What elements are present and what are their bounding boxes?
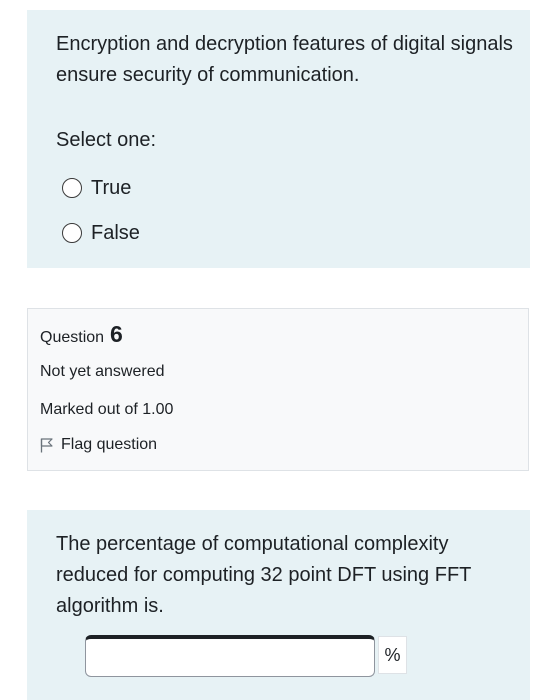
- question-6-info: Question 6 Not yet answered Marked out o…: [27, 308, 529, 471]
- question-label: Question: [40, 329, 105, 346]
- question-6-content: The percentage of computational complexi…: [27, 510, 530, 700]
- option-true[interactable]: True: [62, 175, 131, 201]
- option-false[interactable]: False: [62, 220, 140, 246]
- question-status: Not yet answered: [40, 363, 165, 380]
- radio-true[interactable]: [62, 178, 82, 198]
- question-5-content: Encryption and decryption features of di…: [27, 10, 530, 268]
- unit-label: %: [378, 636, 407, 674]
- flag-question-label[interactable]: Flag question: [61, 436, 157, 454]
- question-number: Question 6: [40, 321, 123, 348]
- question-6-text: The percentage of computational complexi…: [56, 533, 472, 617]
- flag-icon: [40, 437, 53, 452]
- answer-input[interactable]: [85, 635, 375, 677]
- question-marks: Marked out of 1.00: [40, 401, 174, 418]
- flag-question-link[interactable]: Flag question: [40, 436, 157, 454]
- question-5-text: Encryption and decryption features of di…: [56, 33, 513, 86]
- radio-false[interactable]: [62, 223, 82, 243]
- question-number-value: 6: [110, 321, 123, 347]
- option-true-label[interactable]: True: [91, 175, 131, 201]
- option-false-label[interactable]: False: [91, 220, 140, 246]
- select-one-prompt: Select one:: [56, 129, 157, 151]
